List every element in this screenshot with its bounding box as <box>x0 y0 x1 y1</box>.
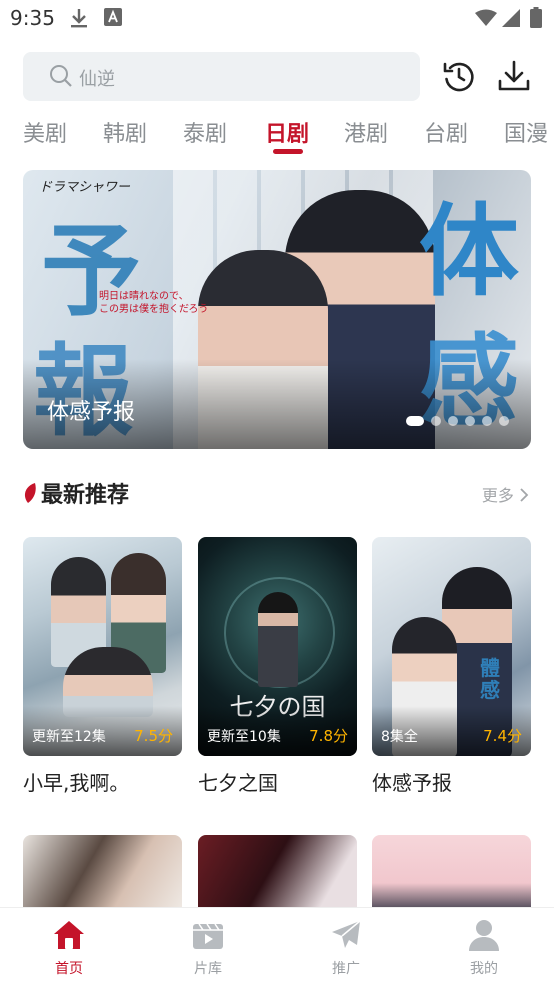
top-bar: 仙逆 <box>0 50 554 106</box>
episode-badge: 更新至12集 <box>32 729 106 745</box>
carousel-dot[interactable] <box>406 416 424 426</box>
episode-badge: 更新至10集 <box>207 729 281 745</box>
search-icon <box>49 64 73 92</box>
status-bar: 9:35 <box>0 0 554 36</box>
tab-korean-drama[interactable]: 韩剧 <box>103 116 147 148</box>
active-tab-indicator <box>273 149 303 154</box>
banner-tagline-line: この男は僕を抱くだろう <box>99 304 209 315</box>
banner-tagline: 明日は晴れなので、 この男は僕を抱くだろう <box>99 290 208 316</box>
leaf-icon <box>23 482 37 508</box>
nav-promote[interactable]: 推广 <box>296 916 396 978</box>
battery-icon <box>530 7 542 32</box>
nav-library[interactable]: 片库 <box>158 916 258 978</box>
paper-plane-icon <box>296 916 396 954</box>
cell-signal-icon <box>502 9 520 31</box>
wifi-icon <box>475 9 497 31</box>
tab-japanese-drama[interactable]: 日剧 <box>265 116 309 148</box>
carousel-dot[interactable] <box>482 416 492 426</box>
section-title: 最新推荐 <box>41 483 130 508</box>
film-library-icon <box>158 916 258 954</box>
more-label: 更多 <box>481 486 514 505</box>
bottom-navigation: 首页 片库 推广 我的 <box>0 907 554 985</box>
section-header: 最新推荐 更多 <box>23 476 531 510</box>
tab-thai-drama[interactable]: 泰剧 <box>183 116 227 148</box>
card-title: 七夕之国 <box>198 771 278 795</box>
poster-image: 七夕の国 更新至10集 7.8分 <box>198 537 357 756</box>
hero-banner[interactable]: 予 報 体 感 ドラマシャワー 明日は晴れなので、 この男は僕を抱くだろう 体感… <box>23 170 531 449</box>
carousel-dot[interactable] <box>448 416 458 426</box>
search-input[interactable]: 仙逆 <box>23 52 420 101</box>
card-title: 体感予报 <box>372 771 452 795</box>
tab-taiwan-drama[interactable]: 台剧 <box>424 116 468 148</box>
nav-profile[interactable]: 我的 <box>434 916 534 978</box>
tab-us-drama[interactable]: 美剧 <box>23 116 67 148</box>
episode-badge: 8集全 <box>381 729 418 745</box>
poster-image: 體感 8集全 7.4分 <box>372 537 531 756</box>
history-icon <box>443 62 474 92</box>
carousel-dot[interactable] <box>465 416 475 426</box>
carousel-dot[interactable] <box>431 416 441 426</box>
history-button[interactable] <box>439 56 479 96</box>
nav-label: 片库 <box>194 961 222 977</box>
download-icon <box>498 60 530 91</box>
rating-badge: 7.5分 <box>134 727 173 745</box>
nav-home[interactable]: 首页 <box>19 916 119 978</box>
download-notification-icon <box>70 8 88 32</box>
nav-label: 我的 <box>470 961 498 977</box>
tab-chinese-anime[interactable]: 国漫 <box>504 116 548 148</box>
home-icon <box>19 916 119 954</box>
recommendation-card[interactable] <box>23 835 182 915</box>
rating-badge: 7.8分 <box>309 727 348 745</box>
banner-title: 体感予报 <box>47 400 136 425</box>
banner-logo: ドラマシャワー <box>39 180 131 195</box>
nav-label: 首页 <box>55 961 83 977</box>
banner-char: 体 <box>419 193 519 310</box>
app-notification-icon <box>104 8 122 30</box>
recommendation-card[interactable] <box>372 835 531 915</box>
tab-hk-drama[interactable]: 港剧 <box>344 116 388 148</box>
search-placeholder: 仙逆 <box>79 69 115 90</box>
poster-title-art: 體感 <box>480 656 500 702</box>
user-icon <box>434 916 534 954</box>
carousel-indicator <box>406 416 509 426</box>
recommendation-card[interactable] <box>198 835 357 915</box>
chevron-right-icon <box>519 486 529 505</box>
download-button[interactable] <box>494 56 534 96</box>
carousel-dot[interactable] <box>499 416 509 426</box>
banner-tagline-line: 明日は晴れなので、 <box>99 291 189 302</box>
rating-badge: 7.4分 <box>483 727 522 745</box>
more-link[interactable]: 更多 <box>482 482 529 506</box>
nav-label: 推广 <box>332 961 360 977</box>
card-title: 小早,我啊。 <box>23 771 130 795</box>
poster-image: 更新至12集 7.5分 <box>23 537 182 756</box>
status-time: 9:35 <box>10 6 55 30</box>
